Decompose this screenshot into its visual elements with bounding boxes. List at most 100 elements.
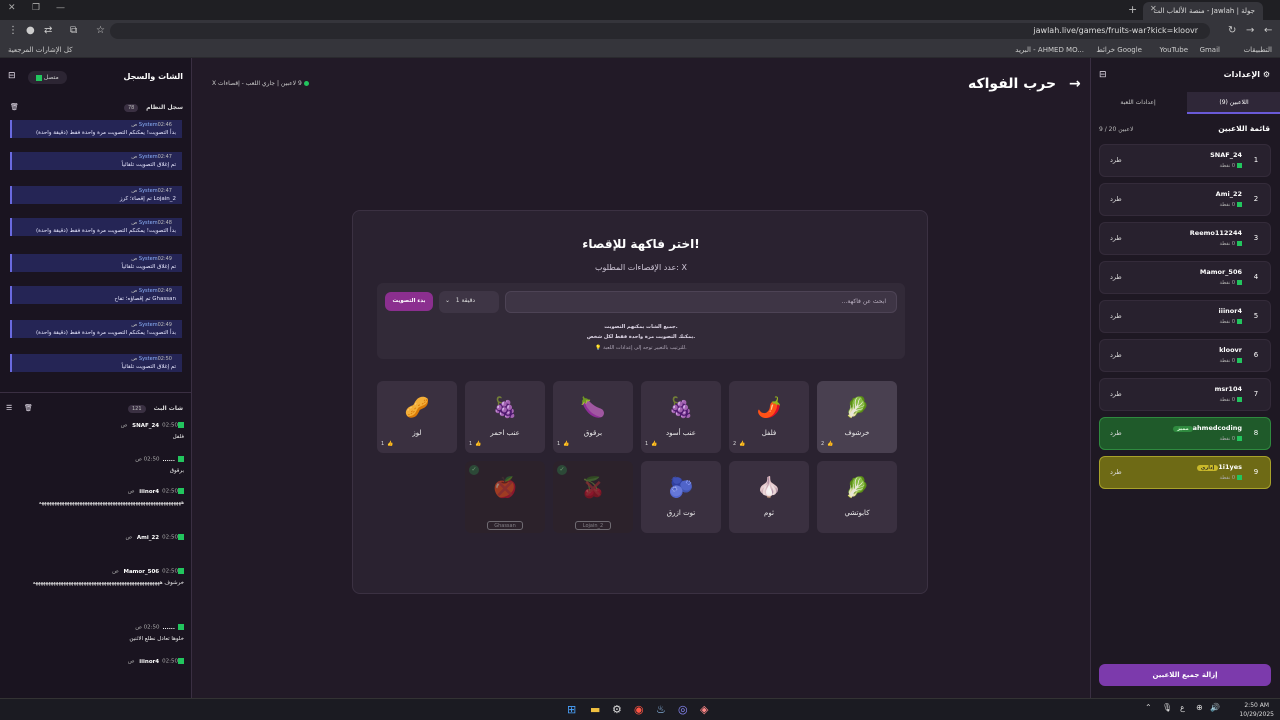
reload-icon[interactable]: ↻ bbox=[1228, 25, 1236, 36]
new-tab-icon[interactable]: + bbox=[1128, 3, 1137, 16]
fruit-icon: 🍇 bbox=[668, 395, 694, 419]
language-icon[interactable]: ع bbox=[1180, 703, 1185, 712]
fruit-icon: 🫐 bbox=[668, 475, 694, 499]
fruit-card[interactable]: 🍇 عنب احمر 1 👍 bbox=[465, 381, 545, 453]
bookmark-item[interactable]: خرائط Google bbox=[1096, 46, 1142, 54]
kick-button[interactable]: طرد bbox=[1110, 234, 1122, 242]
clear-all-players-button[interactable]: إزالة جميع اللاعبين bbox=[1099, 664, 1271, 686]
profile-icon[interactable]: ⇄ bbox=[44, 25, 52, 36]
tab-close-icon[interactable]: ✕ bbox=[1150, 4, 1157, 13]
trash-icon[interactable]: 🗑 bbox=[10, 103, 19, 111]
vote-count-value: 2 bbox=[821, 441, 825, 447]
kick-button[interactable]: طرد bbox=[1110, 429, 1122, 437]
fruit-card[interactable]: 🌶️ فلفل 2 👍 bbox=[729, 381, 809, 453]
extensions-icon[interactable]: ⧉ bbox=[70, 25, 77, 36]
url-field[interactable]: jawlah.live/games/fruits-war?kick=kloovr bbox=[110, 23, 1210, 39]
kick-button[interactable]: طرد bbox=[1110, 273, 1122, 281]
address-bar-row: jawlah.live/games/fruits-war?kick=kloovr bbox=[0, 20, 1280, 42]
fruit-card[interactable]: 🥬 خرشوف 2 👍 bbox=[817, 381, 897, 453]
microphone-icon[interactable]: 🎙 bbox=[1162, 703, 1172, 712]
back-icon[interactable]: ← bbox=[1264, 25, 1272, 36]
kick-button[interactable]: طرد bbox=[1110, 468, 1122, 476]
browser-tab-bar: ✕ ❐ — + جولة | Jawlah - منصة الألعاب الت… bbox=[0, 0, 1280, 20]
tray-chevron-icon[interactable]: ⌃ bbox=[1145, 703, 1152, 712]
player-row: 2 Ami_22 0 نقطة طرد bbox=[1099, 183, 1271, 216]
player-points: 0 نقطة bbox=[1220, 241, 1242, 247]
kick-button[interactable]: طرد bbox=[1110, 195, 1122, 203]
system-message: System02:48 ص بدأ التصويت! يمكنكم التصويت… bbox=[10, 218, 182, 236]
start-vote-button[interactable]: بدء التصويت bbox=[385, 292, 433, 311]
avatar[interactable]: ● bbox=[26, 25, 35, 36]
restore-window-icon[interactable]: ❐ bbox=[32, 3, 40, 13]
browser-tab[interactable]: جولة | Jawlah - منصة الألعاب الت bbox=[1143, 2, 1263, 20]
network-icon[interactable]: ⊕ bbox=[1196, 703, 1203, 712]
fruit-card[interactable]: 🥬 كابوتشي bbox=[817, 461, 897, 533]
message-text: تم إغلاق التصويت تلقائياً bbox=[121, 364, 176, 370]
collapse-panel-icon[interactable]: ⊟ bbox=[1099, 70, 1107, 80]
player-points: 0 نقطة bbox=[1220, 475, 1242, 481]
menu-icon[interactable]: ⋮ bbox=[8, 25, 18, 36]
back-arrow-icon[interactable]: → bbox=[1069, 76, 1081, 92]
list-icon[interactable]: ☰ bbox=[6, 404, 12, 412]
message-header: ......02:50 ص bbox=[16, 624, 184, 631]
system-log-title: سجل النظام bbox=[146, 104, 183, 111]
bookmark-item[interactable]: Gmail bbox=[1200, 46, 1220, 54]
player-row: 9 إداري 1i1yes 0 نقطة طرد bbox=[1099, 456, 1271, 489]
player-name: kloovr bbox=[1219, 346, 1242, 354]
player-points: 0 نقطة bbox=[1220, 436, 1242, 442]
message-header: ......02:50 ص bbox=[16, 456, 184, 463]
message-text: Lojain_2 تم إقصاء؛ كرز bbox=[119, 196, 176, 202]
message-header: iiinor402:50 ص bbox=[16, 658, 184, 665]
fruit-card[interactable]: 🧄 ثوم bbox=[729, 461, 809, 533]
bookmark-item[interactable]: YouTube bbox=[1160, 46, 1188, 54]
file-explorer-icon[interactable]: ▬ bbox=[590, 703, 600, 716]
fruit-card[interactable]: 🍆 برقوق 1 👍 bbox=[553, 381, 633, 453]
game-title: حرب الفواكه → bbox=[968, 76, 1081, 92]
user-badge-icon bbox=[1237, 202, 1242, 207]
message-header: System02:49 ص bbox=[18, 256, 176, 262]
collapse-panel-icon[interactable]: ⊟ bbox=[8, 71, 16, 81]
game-status: 9 لاعبين | جاري اللعب - إقصاءات X bbox=[212, 80, 309, 87]
steam-icon[interactable]: ♨ bbox=[656, 703, 666, 716]
kick-button[interactable]: طرد bbox=[1110, 156, 1122, 164]
clock-date: 10/29/2025 bbox=[1239, 711, 1274, 718]
player-name-text: ahmedcoding bbox=[1192, 424, 1242, 432]
vote-count-value: 1 bbox=[469, 441, 473, 447]
app-icon[interactable]: ◈ bbox=[700, 703, 708, 716]
bookmark-item[interactable]: كل الإشارات المرجعية bbox=[8, 46, 73, 54]
discord-icon[interactable]: ◎ bbox=[678, 703, 688, 716]
minimize-window-icon[interactable]: — bbox=[56, 3, 65, 13]
message-time: 02:50 ص bbox=[135, 456, 160, 463]
bookmark-item[interactable]: البريد - AHMED MO... bbox=[1015, 46, 1084, 54]
check-icon: ✓ bbox=[557, 465, 567, 475]
forward-icon[interactable]: → bbox=[1246, 25, 1254, 36]
game-title-text: حرب الفواكه bbox=[968, 76, 1057, 92]
vote-count: 1 👍 bbox=[645, 441, 657, 447]
close-window-icon[interactable]: ✕ bbox=[8, 3, 16, 13]
message-author: Mamor_506 bbox=[123, 568, 160, 575]
kick-button[interactable]: طرد bbox=[1110, 312, 1122, 320]
kick-button[interactable]: طرد bbox=[1110, 390, 1122, 398]
windows-start-icon[interactable]: ⊞ bbox=[567, 703, 576, 716]
message-header: SNAF_2402:50 ص bbox=[16, 422, 184, 429]
bookmark-star-icon[interactable]: ☆ bbox=[96, 25, 105, 36]
kick-button[interactable]: طرد bbox=[1110, 351, 1122, 359]
fruit-search-input[interactable]: ابحث عن فاكهة... bbox=[505, 291, 897, 313]
fruit-card[interactable]: 🫐 توت ازرق bbox=[641, 461, 721, 533]
volume-icon[interactable]: 🔊 bbox=[1210, 703, 1220, 712]
chrome-icon[interactable]: ◉ bbox=[634, 703, 644, 716]
tab-players[interactable]: اللاعبين (9) bbox=[1187, 92, 1280, 114]
vote-icon: 👍 bbox=[651, 441, 658, 447]
user-badge-icon bbox=[1237, 397, 1242, 402]
trash-icon[interactable]: 🗑 bbox=[24, 404, 33, 412]
settings-icon[interactable]: ⚙ bbox=[612, 703, 622, 716]
fruit-card[interactable]: 🥜 لوز 1 👍 bbox=[377, 381, 457, 453]
fruit-card[interactable]: 🍇 عنب أسود 1 👍 bbox=[641, 381, 721, 453]
fruit-icon: 🥜 bbox=[404, 395, 430, 419]
system-clock[interactable]: 2:50 AM 10/29/2025 bbox=[1239, 701, 1274, 719]
tab-game-settings[interactable]: إعدادات اللعبة bbox=[1091, 92, 1185, 114]
duration-select[interactable]: ⌄ 1 دقيقة bbox=[439, 291, 499, 313]
bookmark-item[interactable]: التطبيقات bbox=[1244, 46, 1272, 54]
message-header: System02:47 ص bbox=[18, 188, 176, 194]
vote-count-value: 1 bbox=[557, 441, 561, 447]
